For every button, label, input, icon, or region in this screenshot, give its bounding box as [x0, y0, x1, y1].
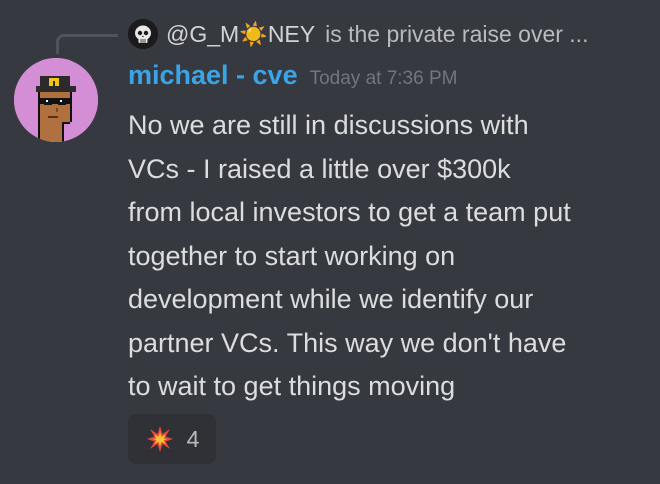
message-line: to wait to get things moving [128, 371, 456, 401]
username[interactable]: michael - cve [128, 60, 298, 91]
reply-author[interactable]: @G_M☀️NEY [166, 21, 315, 48]
timestamp[interactable]: Today at 7:36 PM [310, 68, 458, 90]
reaction-count: 4 [186, 425, 200, 452]
reaction-button[interactable]: 4 [128, 414, 216, 464]
reply-preview-text[interactable]: is the private raise over ... [325, 21, 588, 48]
skull-avatar-icon[interactable] [128, 19, 158, 49]
message-line: partner VCs. This way we don't have [128, 327, 567, 358]
collision-icon [145, 424, 175, 454]
message-header: michael - cve Today at 7:36 PM [128, 60, 457, 100]
reply-connector-line [56, 34, 118, 54]
message-content: No we are still in discussions with VCs … [128, 104, 648, 409]
chat-message: @G_M☀️NEY is the private raise over ... [0, 0, 660, 484]
message-line: No we are still in discussions with [128, 110, 529, 140]
message-line: together to start working on [128, 240, 456, 271]
reply-reference[interactable]: @G_M☀️NEY is the private raise over ... [128, 16, 588, 52]
message-line: development while we identify our [128, 284, 534, 314]
pixel-punk-avatar-icon[interactable] [14, 58, 98, 142]
message-line: from local investors to get a team put [128, 197, 571, 227]
message-line: VCs - I raised a little over $300k [128, 153, 511, 184]
